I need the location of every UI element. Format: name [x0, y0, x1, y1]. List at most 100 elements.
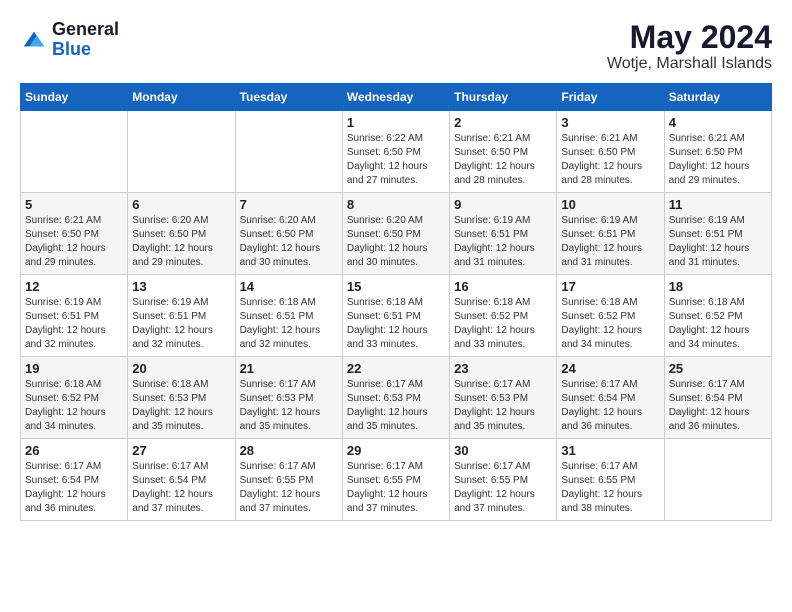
day-info: Sunrise: 6:17 AM Sunset: 6:54 PM Dayligh… — [561, 378, 659, 434]
day-info: Sunrise: 6:17 AM Sunset: 6:54 PM Dayligh… — [132, 460, 230, 516]
day-info: Sunrise: 6:18 AM Sunset: 6:51 PM Dayligh… — [347, 296, 445, 352]
calendar-cell: 3 Sunrise: 6:21 AM Sunset: 6:50 PM Daylig… — [557, 111, 664, 193]
day-info: Sunrise: 6:22 AM Sunset: 6:50 PM Dayligh… — [347, 132, 445, 188]
day-number: 3 — [561, 115, 659, 130]
day-number: 18 — [669, 279, 767, 294]
calendar-cell: 2 Sunrise: 6:21 AM Sunset: 6:50 PM Daylig… — [450, 111, 557, 193]
weekday-header-row: SundayMondayTuesdayWednesdayThursdayFrid… — [21, 84, 772, 111]
calendar-cell: 28 Sunrise: 6:17 AM Sunset: 6:55 PM Dayli… — [235, 439, 342, 521]
day-number: 30 — [454, 443, 552, 458]
day-info: Sunrise: 6:17 AM Sunset: 6:55 PM Dayligh… — [454, 460, 552, 516]
day-info: Sunrise: 6:17 AM Sunset: 6:55 PM Dayligh… — [240, 460, 338, 516]
day-number: 21 — [240, 361, 338, 376]
day-info: Sunrise: 6:20 AM Sunset: 6:50 PM Dayligh… — [240, 214, 338, 270]
day-number: 8 — [347, 197, 445, 212]
day-number: 23 — [454, 361, 552, 376]
day-info: Sunrise: 6:19 AM Sunset: 6:51 PM Dayligh… — [669, 214, 767, 270]
calendar-cell: 17 Sunrise: 6:18 AM Sunset: 6:52 PM Dayli… — [557, 275, 664, 357]
calendar-cell: 12 Sunrise: 6:19 AM Sunset: 6:51 PM Dayli… — [21, 275, 128, 357]
day-number: 25 — [669, 361, 767, 376]
day-number: 5 — [25, 197, 123, 212]
day-number: 10 — [561, 197, 659, 212]
day-number: 2 — [454, 115, 552, 130]
day-info: Sunrise: 6:17 AM Sunset: 6:54 PM Dayligh… — [669, 378, 767, 434]
day-number: 28 — [240, 443, 338, 458]
day-number: 15 — [347, 279, 445, 294]
day-number: 24 — [561, 361, 659, 376]
calendar-cell: 6 Sunrise: 6:20 AM Sunset: 6:50 PM Daylig… — [128, 193, 235, 275]
day-info: Sunrise: 6:17 AM Sunset: 6:53 PM Dayligh… — [347, 378, 445, 434]
day-info: Sunrise: 6:17 AM Sunset: 6:53 PM Dayligh… — [454, 378, 552, 434]
day-info: Sunrise: 6:17 AM Sunset: 6:55 PM Dayligh… — [347, 460, 445, 516]
calendar-cell — [21, 111, 128, 193]
calendar-week-row: 26 Sunrise: 6:17 AM Sunset: 6:54 PM Dayli… — [21, 439, 772, 521]
weekday-header-tuesday: Tuesday — [235, 84, 342, 111]
calendar-cell: 22 Sunrise: 6:17 AM Sunset: 6:53 PM Dayli… — [342, 357, 449, 439]
day-info: Sunrise: 6:19 AM Sunset: 6:51 PM Dayligh… — [132, 296, 230, 352]
day-info: Sunrise: 6:19 AM Sunset: 6:51 PM Dayligh… — [561, 214, 659, 270]
calendar-cell: 15 Sunrise: 6:18 AM Sunset: 6:51 PM Dayli… — [342, 275, 449, 357]
logo: General Blue — [20, 20, 119, 60]
location-subtitle: Wotje, Marshall Islands — [607, 55, 772, 73]
calendar-cell: 23 Sunrise: 6:17 AM Sunset: 6:53 PM Dayli… — [450, 357, 557, 439]
day-info: Sunrise: 6:19 AM Sunset: 6:51 PM Dayligh… — [454, 214, 552, 270]
day-number: 27 — [132, 443, 230, 458]
calendar-cell: 26 Sunrise: 6:17 AM Sunset: 6:54 PM Dayli… — [21, 439, 128, 521]
day-info: Sunrise: 6:17 AM Sunset: 6:54 PM Dayligh… — [25, 460, 123, 516]
day-number: 4 — [669, 115, 767, 130]
calendar-cell: 21Sunrise: 6:17 AM Sunset: 6:53 PM Dayli… — [235, 357, 342, 439]
calendar-cell — [128, 111, 235, 193]
day-info: Sunrise: 6:18 AM Sunset: 6:52 PM Dayligh… — [561, 296, 659, 352]
day-info: Sunrise: 6:18 AM Sunset: 6:52 PM Dayligh… — [454, 296, 552, 352]
day-number: 16 — [454, 279, 552, 294]
calendar-week-row: 12 Sunrise: 6:19 AM Sunset: 6:51 PM Dayli… — [21, 275, 772, 357]
day-info: Sunrise: 6:18 AM Sunset: 6:53 PM Dayligh… — [132, 378, 230, 434]
day-number: 12 — [25, 279, 123, 294]
day-number: 13 — [132, 279, 230, 294]
day-info: Sunrise: 6:19 AM Sunset: 6:51 PM Dayligh… — [25, 296, 123, 352]
day-number: 19 — [25, 361, 123, 376]
day-info: Sunrise: 6:18 AM Sunset: 6:52 PM Dayligh… — [25, 378, 123, 434]
weekday-header-sunday: Sunday — [21, 84, 128, 111]
calendar-cell: 5Sunrise: 6:21 AM Sunset: 6:50 PM Daylig… — [21, 193, 128, 275]
day-number: 6 — [132, 197, 230, 212]
calendar-cell: 27 Sunrise: 6:17 AM Sunset: 6:54 PM Dayli… — [128, 439, 235, 521]
calendar-cell: 25 Sunrise: 6:17 AM Sunset: 6:54 PM Dayli… — [664, 357, 771, 439]
calendar-cell: 30 Sunrise: 6:17 AM Sunset: 6:55 PM Dayli… — [450, 439, 557, 521]
weekday-header-thursday: Thursday — [450, 84, 557, 111]
calendar-table: SundayMondayTuesdayWednesdayThursdayFrid… — [20, 83, 772, 521]
calendar-week-row: 1 Sunrise: 6:22 AM Sunset: 6:50 PM Daylig… — [21, 111, 772, 193]
day-number: 1 — [347, 115, 445, 130]
day-number: 20 — [132, 361, 230, 376]
calendar-cell: 11Sunrise: 6:19 AM Sunset: 6:51 PM Dayli… — [664, 193, 771, 275]
weekday-header-saturday: Saturday — [664, 84, 771, 111]
day-number: 17 — [561, 279, 659, 294]
calendar-cell: 31Sunrise: 6:17 AM Sunset: 6:55 PM Dayli… — [557, 439, 664, 521]
calendar-cell: 16 Sunrise: 6:18 AM Sunset: 6:52 PM Dayli… — [450, 275, 557, 357]
logo-blue-text: Blue — [52, 40, 119, 60]
calendar-cell: 4Sunrise: 6:21 AM Sunset: 6:50 PM Daylig… — [664, 111, 771, 193]
day-number: 14 — [240, 279, 338, 294]
day-info: Sunrise: 6:20 AM Sunset: 6:50 PM Dayligh… — [347, 214, 445, 270]
calendar-week-row: 19 Sunrise: 6:18 AM Sunset: 6:52 PM Dayli… — [21, 357, 772, 439]
day-number: 9 — [454, 197, 552, 212]
day-number: 29 — [347, 443, 445, 458]
month-year-title: May 2024 — [607, 20, 772, 55]
calendar-week-row: 5Sunrise: 6:21 AM Sunset: 6:50 PM Daylig… — [21, 193, 772, 275]
calendar-cell: 19 Sunrise: 6:18 AM Sunset: 6:52 PM Dayli… — [21, 357, 128, 439]
day-number: 22 — [347, 361, 445, 376]
calendar-cell: 10 Sunrise: 6:19 AM Sunset: 6:51 PM Dayli… — [557, 193, 664, 275]
day-info: Sunrise: 6:18 AM Sunset: 6:52 PM Dayligh… — [669, 296, 767, 352]
weekday-header-friday: Friday — [557, 84, 664, 111]
day-info: Sunrise: 6:21 AM Sunset: 6:50 PM Dayligh… — [561, 132, 659, 188]
calendar-cell: 29 Sunrise: 6:17 AM Sunset: 6:55 PM Dayli… — [342, 439, 449, 521]
calendar-cell: 14 Sunrise: 6:18 AM Sunset: 6:51 PM Dayli… — [235, 275, 342, 357]
calendar-cell: 13 Sunrise: 6:19 AM Sunset: 6:51 PM Dayli… — [128, 275, 235, 357]
day-number: 26 — [25, 443, 123, 458]
day-info: Sunrise: 6:18 AM Sunset: 6:51 PM Dayligh… — [240, 296, 338, 352]
calendar-cell: 8 Sunrise: 6:20 AM Sunset: 6:50 PM Daylig… — [342, 193, 449, 275]
day-info: Sunrise: 6:20 AM Sunset: 6:50 PM Dayligh… — [132, 214, 230, 270]
day-info: Sunrise: 6:21 AM Sunset: 6:50 PM Dayligh… — [454, 132, 552, 188]
weekday-header-wednesday: Wednesday — [342, 84, 449, 111]
calendar-cell: 18 Sunrise: 6:18 AM Sunset: 6:52 PM Dayli… — [664, 275, 771, 357]
